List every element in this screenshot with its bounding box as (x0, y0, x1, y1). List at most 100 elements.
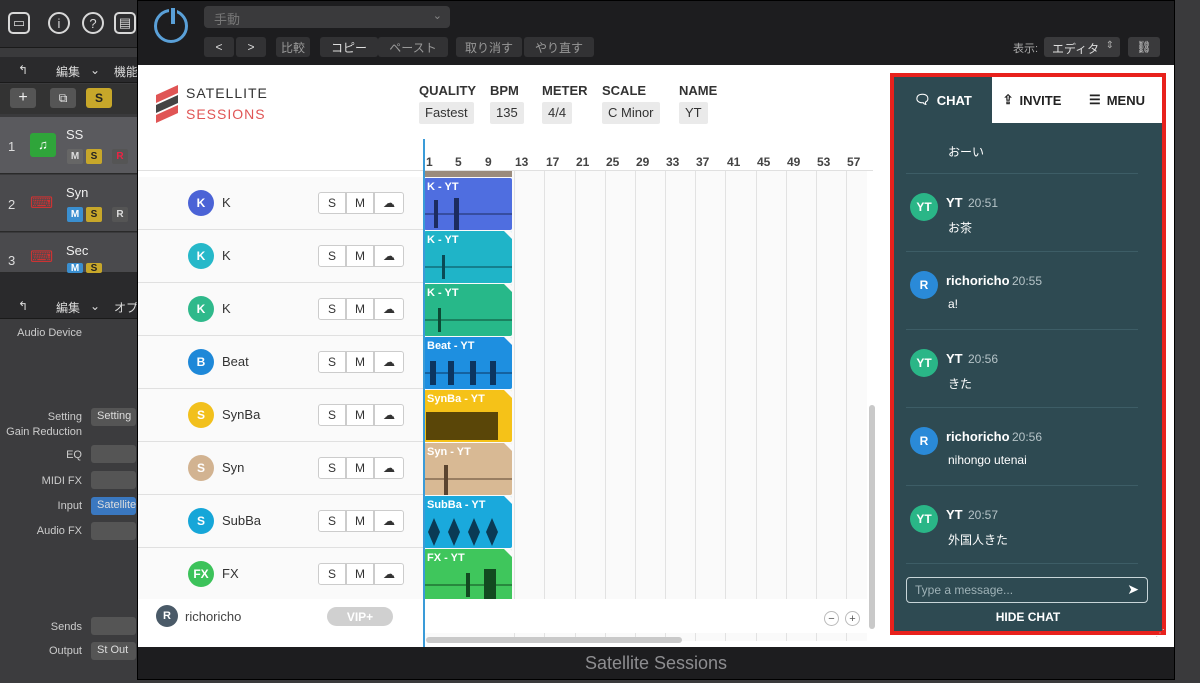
solo-button[interactable]: S (318, 563, 346, 585)
solo-button[interactable]: S (318, 298, 346, 320)
horizontal-scrollbar[interactable] (426, 637, 682, 643)
audio-fx-slot[interactable] (91, 522, 136, 540)
global-solo-button[interactable]: S (86, 88, 112, 108)
audio-region[interactable]: K - YT (424, 231, 512, 283)
track-row[interactable]: S Syn S M ☁ (138, 442, 423, 495)
mute-button[interactable]: M (346, 510, 374, 532)
cloud-download-icon[interactable]: ☁ (374, 192, 404, 214)
solo-button[interactable]: S (318, 404, 346, 426)
mute-button[interactable]: M (67, 149, 83, 164)
tab-invite[interactable]: ⇪ INVITE (992, 77, 1072, 123)
audio-region[interactable]: K - YT (424, 284, 512, 336)
preset-dropdown[interactable]: 手動 ⌄ (204, 6, 450, 28)
view-select[interactable]: エディタ ⇕ (1044, 37, 1120, 57)
chevron-down-icon[interactable]: ⌄ (90, 299, 100, 313)
cloud-download-icon[interactable]: ☁ (374, 510, 404, 532)
mute-button[interactable]: M (346, 351, 374, 373)
send-icon[interactable]: ➤ (1127, 581, 1139, 598)
sends-slot[interactable] (91, 617, 136, 635)
track-row[interactable]: B Beat S M ☁ (138, 336, 423, 389)
edit-menu[interactable]: 編集 (56, 63, 80, 80)
input-slot[interactable]: Satellite (91, 497, 136, 515)
zoom-out-button[interactable]: − (824, 611, 839, 626)
mute-button[interactable]: M (346, 298, 374, 320)
track-row[interactable]: S SynBa S M ☁ (138, 389, 423, 442)
mute-button[interactable]: M (67, 263, 83, 274)
host-track-row[interactable]: 1 ♫ SS M S R (0, 117, 140, 174)
scale-value[interactable]: C Minor (602, 102, 660, 124)
audio-region[interactable]: K - YT (424, 178, 512, 230)
cloud-download-icon[interactable]: ☁ (374, 457, 404, 479)
audio-region[interactable]: SubBa - YT (424, 496, 512, 548)
solo-button[interactable]: S (318, 457, 346, 479)
host-track-row[interactable]: 2 ⌨ Syn M S R (0, 175, 140, 232)
prev-preset-button[interactable]: < (204, 37, 234, 57)
mute-button[interactable]: M (346, 404, 374, 426)
cloud-download-icon[interactable]: ☁ (374, 563, 404, 585)
back-icon[interactable]: ↰ (18, 63, 28, 77)
tab-chat[interactable]: 🗨 CHAT (894, 77, 992, 123)
library-icon[interactable]: ▭ (8, 12, 30, 34)
mute-button[interactable]: M (346, 192, 374, 214)
add-track-button[interactable]: + (10, 88, 36, 108)
undo-button[interactable]: 取り消す (456, 37, 522, 57)
audio-region[interactable]: FX - YT (424, 549, 512, 601)
output-slot[interactable]: St Out (91, 642, 136, 660)
track-row[interactable]: K K S M ☁ (138, 230, 423, 283)
record-button[interactable]: R (112, 207, 128, 222)
host-track-row[interactable]: 3 ⌨ Sec M S (0, 233, 140, 274)
midi-fx-slot[interactable] (91, 471, 136, 489)
mute-button[interactable]: M (346, 245, 374, 267)
zoom-in-button[interactable]: + (845, 611, 860, 626)
next-preset-button[interactable]: > (236, 37, 266, 57)
tab-menu[interactable]: ☰ MENU (1072, 77, 1162, 123)
options-menu[interactable]: オプ (114, 299, 138, 316)
editor-icon[interactable]: ▤ (114, 12, 136, 34)
solo-button[interactable]: S (86, 149, 102, 164)
audio-region[interactable]: SynBa - YT (424, 390, 512, 442)
bpm-value[interactable]: 135 (490, 102, 524, 124)
track-row[interactable]: K K S M ☁ (138, 177, 423, 230)
power-button[interactable] (154, 6, 188, 43)
quality-value[interactable]: Fastest (419, 102, 474, 124)
copy-button[interactable]: コピー (320, 37, 378, 57)
back-icon[interactable]: ↰ (18, 299, 28, 313)
solo-button[interactable]: S (86, 207, 102, 222)
mute-button[interactable]: M (346, 457, 374, 479)
hide-chat-button[interactable]: HIDE CHAT (894, 610, 1162, 624)
paste-button[interactable]: ペースト (378, 37, 448, 57)
vertical-scrollbar[interactable] (869, 405, 875, 629)
mute-button[interactable]: M (67, 207, 83, 222)
track-row[interactable]: S SubBa S M ☁ (138, 495, 423, 548)
info-icon[interactable]: i (48, 12, 70, 34)
cloud-download-icon[interactable]: ☁ (374, 298, 404, 320)
resize-grip-icon[interactable]: ⋰ (1155, 628, 1165, 639)
solo-button[interactable]: S (318, 510, 346, 532)
record-button[interactable]: R (112, 149, 128, 164)
playhead[interactable] (423, 139, 425, 647)
audio-region[interactable]: Syn - YT (424, 443, 512, 495)
functions-menu[interactable]: 機能 (114, 63, 138, 80)
cloud-download-icon[interactable]: ☁ (374, 404, 404, 426)
audio-region[interactable]: Beat - YT (424, 337, 512, 389)
chevron-down-icon[interactable]: ⌄ (90, 63, 100, 77)
vip-badge[interactable]: VIP+ (327, 607, 393, 626)
setting-button[interactable]: Setting (91, 408, 136, 426)
redo-button[interactable]: やり直す (524, 37, 594, 57)
cloud-download-icon[interactable]: ☁ (374, 245, 404, 267)
solo-button[interactable]: S (318, 351, 346, 373)
mute-button[interactable]: M (346, 563, 374, 585)
track-row[interactable]: K K S M ☁ (138, 283, 423, 336)
compare-button[interactable]: 比較 (276, 37, 310, 57)
link-icon[interactable]: ⛓ (1128, 37, 1160, 57)
timeline-ruler[interactable]: 1 5 9 13 17 21 25 29 33 37 41 45 49 53 5… (138, 139, 873, 171)
track-row[interactable]: FX FX S M ☁ (138, 548, 423, 601)
chat-message-input[interactable]: Type a message... ➤ (906, 577, 1148, 603)
duplicate-track-icon[interactable]: ⧉ (50, 88, 76, 108)
eq-slot[interactable] (91, 445, 136, 463)
edit-menu[interactable]: 編集 (56, 299, 80, 316)
name-value[interactable]: YT (679, 102, 708, 124)
cloud-download-icon[interactable]: ☁ (374, 351, 404, 373)
solo-button[interactable]: S (318, 192, 346, 214)
help-icon[interactable]: ? (82, 12, 104, 34)
